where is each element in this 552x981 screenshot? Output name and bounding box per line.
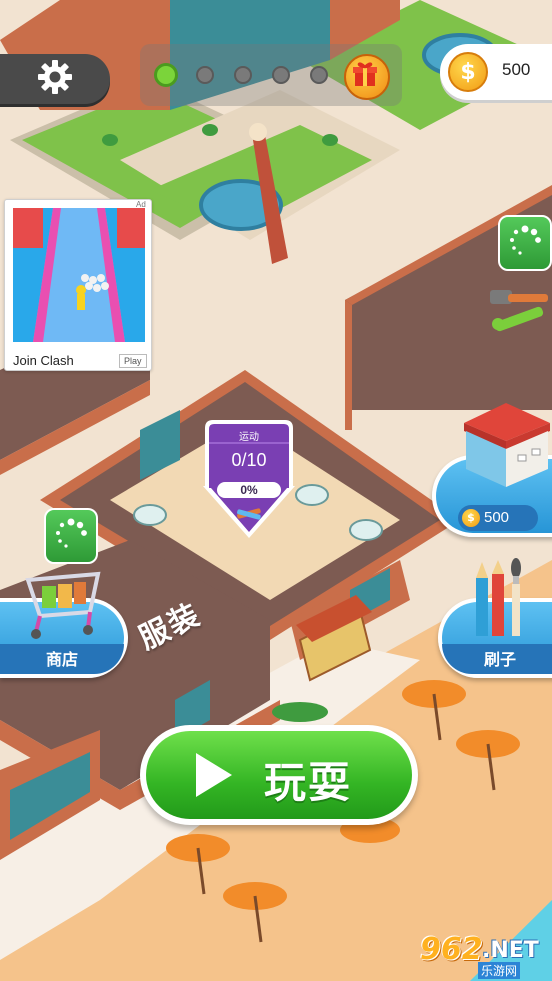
progress-dot-3 (234, 66, 252, 84)
ad-banner[interactable]: Join Clash Play (4, 199, 152, 371)
shop-button[interactable]: 商店 (0, 571, 128, 678)
brush-button[interactable]: 刷子 (438, 558, 552, 678)
watermark-number: 962 (420, 932, 483, 967)
coin-icon: $ (448, 52, 488, 92)
progress-dot-2 (196, 66, 214, 84)
workshop-category: 运动 (239, 432, 259, 443)
coin-icon: $ (462, 509, 480, 527)
shopping-cart-icon (25, 571, 101, 639)
loading-dots-icon (56, 518, 87, 548)
workshop-progress-bar: 0% (217, 482, 281, 498)
shop-label: 商店 (45, 650, 78, 669)
settings-button[interactable] (0, 54, 110, 104)
gift-box-icon (353, 62, 377, 86)
progress-dot-1 (154, 63, 178, 87)
workshop-count: 0/10 (231, 450, 267, 470)
watermark-suffix: .NET (482, 938, 539, 963)
play-label: 玩耍 (264, 758, 353, 807)
play-button[interactable]: 玩耍 (140, 725, 418, 825)
watermark-subtitle: 乐游网 (478, 962, 521, 979)
workshop-progress-sign[interactable]: 运动 0/10 0% (203, 420, 295, 542)
site-watermark-logo: 962 .NET 乐游网 (412, 930, 550, 979)
house-price: $ 500 (458, 505, 538, 531)
loading-dots-icon (510, 225, 541, 255)
hammer-wrench-icon[interactable] (486, 280, 552, 340)
gear-icon (37, 59, 73, 99)
progress-dot-5 (310, 66, 328, 84)
workshop-percent: 0% (240, 483, 258, 497)
tools-icon (237, 506, 261, 525)
ad-play-button[interactable]: Play (119, 354, 147, 368)
shop-bubble[interactable] (44, 508, 98, 564)
brush-label: 刷子 (483, 650, 516, 669)
coin-counter: $ 500 (440, 44, 552, 100)
play-icon (196, 753, 232, 797)
house-icon (464, 403, 550, 487)
progress-dot-4 (272, 66, 290, 84)
brushes-icon (476, 558, 521, 636)
house-price-amount: 500 (484, 509, 510, 526)
ad-image (13, 208, 145, 342)
ad-badge: Ad (136, 200, 146, 209)
gift-reward-button[interactable] (344, 54, 390, 100)
coin-amount: 500 (502, 60, 531, 79)
upgrade-bubble-right[interactable] (498, 215, 552, 271)
ad-title: Join Clash (13, 353, 74, 368)
